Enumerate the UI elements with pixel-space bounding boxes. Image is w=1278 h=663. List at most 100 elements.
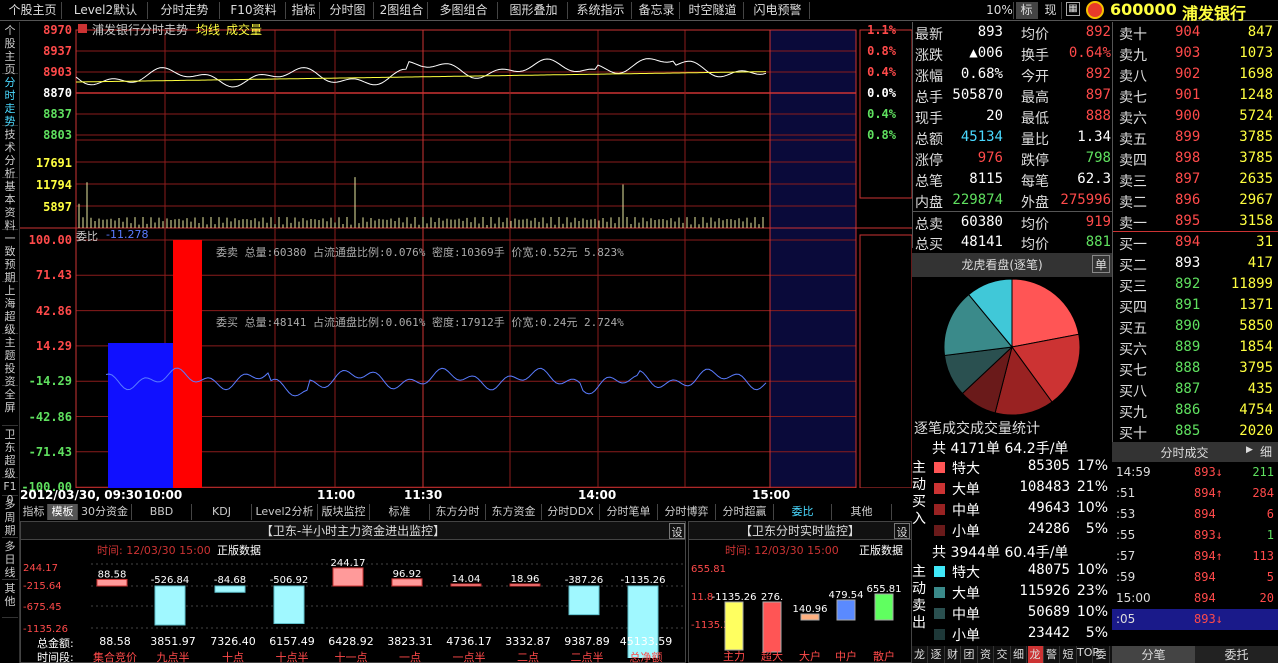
bid-row[interactable]: 买一 894 31 [1113,232,1278,253]
panel1-total: 45133.59 [619,635,673,648]
current-button[interactable]: 现 [1040,2,1062,19]
indicator-tab[interactable]: 标准 [370,504,430,520]
ask-volume: 2635 [1239,171,1273,187]
stats-header: 共 3944单 60.4手/单 [932,545,1069,561]
tick-volume: 284 [1252,486,1274,500]
menu-item[interactable]: 系统指示 [570,2,632,19]
indicator-tab[interactable]: KDJ [192,504,252,520]
ask-row[interactable]: 卖九 903 1073 [1113,43,1278,64]
menu-item[interactable]: 分时图 [322,2,374,19]
left-tab[interactable]: 其他 [2,582,18,618]
menu-item[interactable]: 备忘录 [634,2,680,19]
standard-button[interactable]: 标 [1016,2,1038,19]
bottom-icon[interactable]: 短 [1061,646,1077,663]
bid-row[interactable]: 买十 885 2020 [1113,421,1278,442]
tick-price: 893↓ [1194,528,1223,542]
indicator-tab[interactable]: 分时博弈 [658,504,716,520]
tab-ticks[interactable]: 分笔 [1112,646,1195,663]
indicator-tab[interactable]: Level2分析 [252,504,318,520]
indicator-tab[interactable]: 分时笔单 [600,504,658,520]
stats-pct: 21% [1076,479,1108,495]
ask-row[interactable]: 卖八 902 1698 [1113,64,1278,85]
bid-row[interactable]: 买三 892 11899 [1113,274,1278,295]
left-tab[interactable]: 多日线 [2,540,18,580]
dragon-single-button[interactable]: 单 [1092,255,1110,273]
quote-value: 275996 [1060,192,1111,208]
bid-row[interactable]: 买五 890 5850 [1113,316,1278,337]
bid-row[interactable]: 买七 888 3795 [1113,358,1278,379]
panel1-settings-button[interactable]: 设 [669,523,685,539]
indicator-tab[interactable]: 东方分时 [430,504,486,520]
zoom-button[interactable]: 10% [986,2,1014,19]
bid-row[interactable]: 买八 887 435 [1113,379,1278,400]
indicator-tab[interactable]: 委比 [774,504,832,520]
bid-row[interactable]: 买二 893 417 [1113,253,1278,274]
ask-row[interactable]: 卖五 899 3785 [1113,127,1278,148]
bid-row[interactable]: 买四 891 1371 [1113,295,1278,316]
menu-item[interactable]: 个股主页 [4,2,62,19]
indicator-tab[interactable]: 东方资金 [486,504,542,520]
bid-row[interactable]: 买六 889 1854 [1113,337,1278,358]
bottom-icon[interactable]: TOP [1077,646,1099,663]
left-tab[interactable]: 多周期 [2,498,18,538]
ask-row[interactable]: 卖六 900 5724 [1113,106,1278,127]
menu-item[interactable]: 分时走势 [150,2,220,19]
stats-type: 大单 [952,586,980,602]
bottom-icon[interactable]: 资 [978,646,994,663]
indicator-tab[interactable]: 模板 [48,504,78,520]
left-tab[interactable]: 基本资料 [2,180,18,232]
intraday-chart[interactable]: 浦发银行分时走势 均线 成交量 委比 -11.278 委卖 总量:60380 占… [20,22,912,502]
left-tab[interactable]: 卫东超级 [2,428,18,480]
menu-item[interactable]: 闪电预警 [746,2,810,19]
indicator-tab[interactable]: 指标 [20,504,48,520]
ask-row[interactable]: 卖十 904 847 [1113,22,1278,43]
left-tab[interactable]: 主题投资 [2,336,18,388]
ask-row[interactable]: 卖二 896 2967 [1113,190,1278,211]
price-axis-label: 8903 [43,65,72,79]
left-tab[interactable]: 个股主页 [2,24,18,76]
ask-row[interactable]: 卖四 898 3785 [1113,148,1278,169]
menu-item[interactable]: F10资料 [222,2,286,19]
ticks-mode-button[interactable]: 细 [1260,443,1276,459]
indicator-tab[interactable]: BBD [132,504,192,520]
bid-row[interactable]: 买九 886 4754 [1113,400,1278,421]
tab-orders[interactable]: 委托 [1195,646,1278,663]
indicator-tab[interactable]: 分时DDX [542,504,600,520]
play-icon[interactable]: ▶ [1246,445,1253,455]
bottom-icon[interactable]: 龙 [912,646,928,663]
menu-item[interactable]: 指标 [288,2,320,19]
left-tab[interactable]: 全屏 [2,388,18,426]
indicator-tab[interactable]: 分时超赢 [716,504,774,520]
bottom-icon-strip: 龙逐财团资交细龙警短 TOP 委 [912,646,1112,663]
wb-sell-bar [173,240,202,488]
menu-item[interactable]: 2图组合 [376,2,428,19]
bottom-icon[interactable]: 龙 [1027,646,1044,663]
left-tab[interactable]: 技术分析 [2,128,18,180]
bottom-icon[interactable]: 财 [945,646,961,663]
panel2-bar [724,601,744,651]
bottom-icon[interactable]: 逐 [929,646,945,663]
stats-type: 特大 [952,461,980,477]
left-tab[interactable]: F10 [2,480,18,506]
indicator-tab[interactable]: 30分资金 [78,504,132,520]
quote-label: 每笔 [1021,174,1049,190]
grid-icon[interactable]: ▦ [1066,2,1080,16]
bottom-icon[interactable]: 委 [1094,646,1110,663]
left-tab[interactable]: 上海超级 [2,284,18,336]
bottom-icon[interactable]: 团 [962,646,978,663]
panel2-settings-button[interactable]: 设 [894,523,910,539]
bottom-icon[interactable]: 细 [1011,646,1027,663]
menu-item[interactable]: 时空隧道 [682,2,744,19]
ask-row[interactable]: 卖七 901 1248 [1113,85,1278,106]
left-tab[interactable]: 分时走势 [2,76,18,128]
menu-item[interactable]: Level2默认 [64,2,148,19]
indicator-tab[interactable]: 版块监控 [318,504,370,520]
menu-item[interactable]: 多图组合 [430,2,498,19]
indicator-tab[interactable]: 其他 [832,504,892,520]
bottom-icon[interactable]: 交 [995,646,1011,663]
menu-item[interactable]: 图形叠加 [500,2,568,19]
bottom-icon[interactable]: 警 [1044,646,1060,663]
ask-row[interactable]: 卖三 897 2635 [1113,169,1278,190]
left-tab[interactable]: 一致预期 [2,232,18,284]
ask-row[interactable]: 卖一 895 3158 [1113,211,1278,232]
